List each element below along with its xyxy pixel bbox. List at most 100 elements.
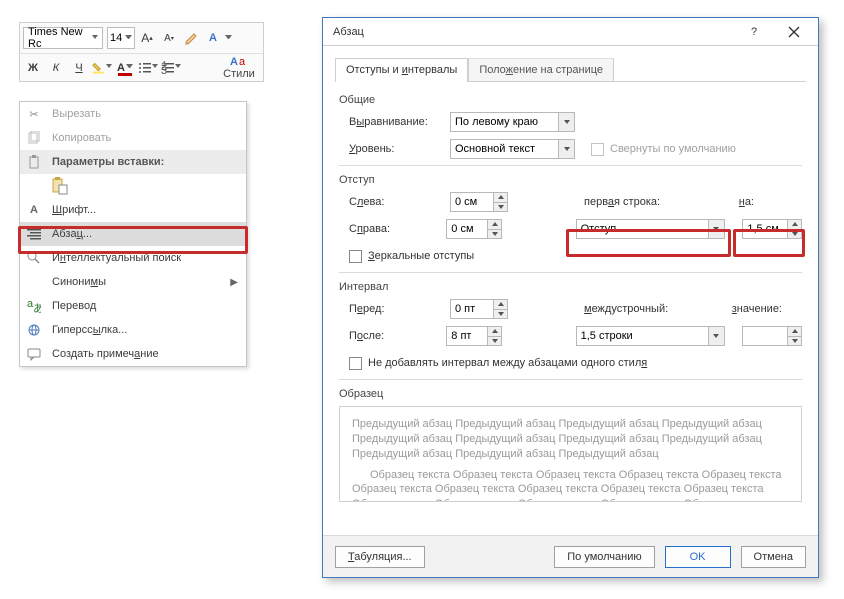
collapsed-checkbox (591, 143, 604, 156)
font-name-combo[interactable]: Times New Rc (23, 27, 103, 49)
chevron-right-icon: ▶ (230, 277, 238, 288)
comment-icon (24, 344, 44, 364)
group-preview: Образец (339, 388, 802, 400)
svg-text:a: a (239, 56, 246, 67)
default-button[interactable]: По умолчанию (554, 546, 654, 568)
chevron-down-icon (152, 64, 158, 71)
help-button[interactable]: ? (734, 19, 774, 45)
dialog-footer: Табуляция... По умолчанию OK Отмена (323, 535, 818, 577)
font-name-value: Times New Rc (28, 26, 92, 50)
menu-smart-lookup[interactable]: Интеллектуальный поиск (20, 246, 246, 270)
level-label: Уровень: (349, 143, 444, 155)
clipboard-icon (24, 152, 44, 172)
chevron-down-icon (708, 220, 724, 238)
after-label: После: (349, 330, 440, 342)
numbering-button[interactable]: 123 (161, 58, 181, 78)
menu-new-comment[interactable]: Создать примечание (20, 342, 246, 366)
collapsed-label: Свернуты по умолчанию (610, 143, 736, 155)
linespacing-label: междустрочный: (584, 303, 668, 315)
menu-copy[interactable]: Копировать (20, 126, 246, 150)
clear-formatting-icon[interactable] (181, 28, 201, 48)
blank-icon (24, 272, 44, 292)
paragraph-dialog: Абзац ? Отступы и интервалы Положение на… (322, 17, 819, 578)
before-spin[interactable]: 0 пт (450, 299, 508, 319)
menu-cut[interactable]: ✂ Вырезать (20, 102, 246, 126)
menu-translate[interactable]: aあ Перевод (20, 294, 246, 318)
menu-paragraph[interactable]: Абзац... (20, 222, 246, 246)
alignment-label: Выравнивание: (349, 116, 444, 128)
tab-line-page-breaks[interactable]: Положение на странице (468, 58, 614, 81)
right-label: Справа: (349, 223, 440, 235)
dialog-title: Абзац (333, 26, 734, 38)
group-indent: Отступ (339, 174, 802, 186)
titlebar: Абзац ? (323, 18, 818, 46)
svg-text:あ: あ (33, 302, 41, 313)
indent-left-spin[interactable]: 0 см (450, 192, 508, 212)
firstline-label: первая строка: (584, 196, 660, 208)
link-icon (24, 320, 44, 340)
ok-button[interactable]: OK (665, 546, 731, 568)
before-label: Перед: (349, 303, 444, 315)
chevron-down-icon (126, 64, 133, 71)
nosame-checkbox[interactable] (349, 357, 362, 370)
group-general: Общие (339, 94, 802, 106)
grow-font-icon[interactable]: A▴ (137, 28, 157, 48)
cancel-button[interactable]: Отмена (741, 546, 806, 568)
chevron-down-icon (92, 35, 98, 42)
search-icon (24, 248, 44, 268)
nosame-label: Не добавлять интервал между абзацами одн… (368, 357, 647, 369)
context-menu: ✂ Вырезать Копировать Параметры вставки:… (19, 101, 247, 367)
tabs-button[interactable]: Табуляция... (335, 546, 425, 568)
shrink-font-icon[interactable]: A▾ (159, 28, 179, 48)
tab-indents-spacing[interactable]: Отступы и интервалы (335, 58, 468, 81)
font-color-button[interactable]: A (115, 58, 135, 78)
copy-icon (24, 128, 44, 148)
svg-text:A: A (230, 56, 238, 67)
indent-right-spin[interactable]: 0 см (446, 219, 502, 239)
chevron-down-icon (175, 64, 181, 71)
group-spacing: Интервал (339, 281, 802, 293)
highlight-color-button[interactable] (92, 58, 112, 78)
chevron-down-icon (558, 140, 574, 158)
bullets-button[interactable] (138, 58, 158, 78)
preview-sample-para: Образец текста Образец текста Образец те… (352, 468, 789, 502)
chevron-down-icon[interactable] (225, 35, 232, 42)
by-spin[interactable]: 1,5 см (742, 219, 802, 239)
mirror-label: Зеркальные отступы (368, 250, 474, 262)
chevron-down-icon (125, 35, 132, 42)
mirror-checkbox[interactable] (349, 250, 362, 263)
by-label: на: (739, 196, 754, 208)
scissors-icon: ✂ (24, 104, 44, 124)
menu-paste-options-header: Параметры вставки: (20, 150, 246, 174)
after-spin[interactable]: 8 пт (446, 326, 502, 346)
styles-label[interactable]: Aa Стили (218, 55, 260, 80)
chevron-down-icon (708, 327, 724, 345)
text-effects-icon[interactable]: A (203, 28, 223, 48)
preview-box: Предыдущий абзац Предыдущий абзац Предыд… (339, 406, 802, 502)
bold-button[interactable]: Ж (23, 58, 43, 78)
chevron-down-icon (106, 64, 112, 71)
italic-button[interactable]: К (46, 58, 66, 78)
font-icon: A (24, 200, 44, 220)
at-label: значение: (732, 303, 782, 315)
menu-hyperlink[interactable]: Гиперссылка... (20, 318, 246, 342)
linespacing-combo[interactable]: 1,5 строки (576, 326, 725, 346)
preview-prev-para: Предыдущий абзац Предыдущий абзац Предыд… (352, 417, 789, 462)
left-label: Слева: (349, 196, 444, 208)
paste-icon (50, 176, 70, 196)
menu-paste-option[interactable] (20, 174, 246, 198)
firstline-combo[interactable]: Отступ (576, 219, 725, 239)
level-combo[interactable]: Основной текст (450, 139, 575, 159)
alignment-combo[interactable]: По левому краю (450, 112, 575, 132)
ribbon-font-group: Times New Rc 14 A▴ A▾ A Ж К Ч A (19, 22, 264, 82)
at-spin[interactable] (742, 326, 802, 346)
underline-button[interactable]: Ч (69, 58, 89, 78)
font-size-value: 14 (110, 32, 122, 44)
translate-icon: aあ (24, 296, 44, 316)
svg-text:3: 3 (161, 65, 167, 75)
close-button[interactable] (774, 19, 814, 45)
paragraph-icon (24, 224, 44, 244)
font-size-combo[interactable]: 14 (107, 27, 135, 49)
menu-font[interactable]: A Шрифт... (20, 198, 246, 222)
menu-synonyms[interactable]: Синонимы ▶ (20, 270, 246, 294)
